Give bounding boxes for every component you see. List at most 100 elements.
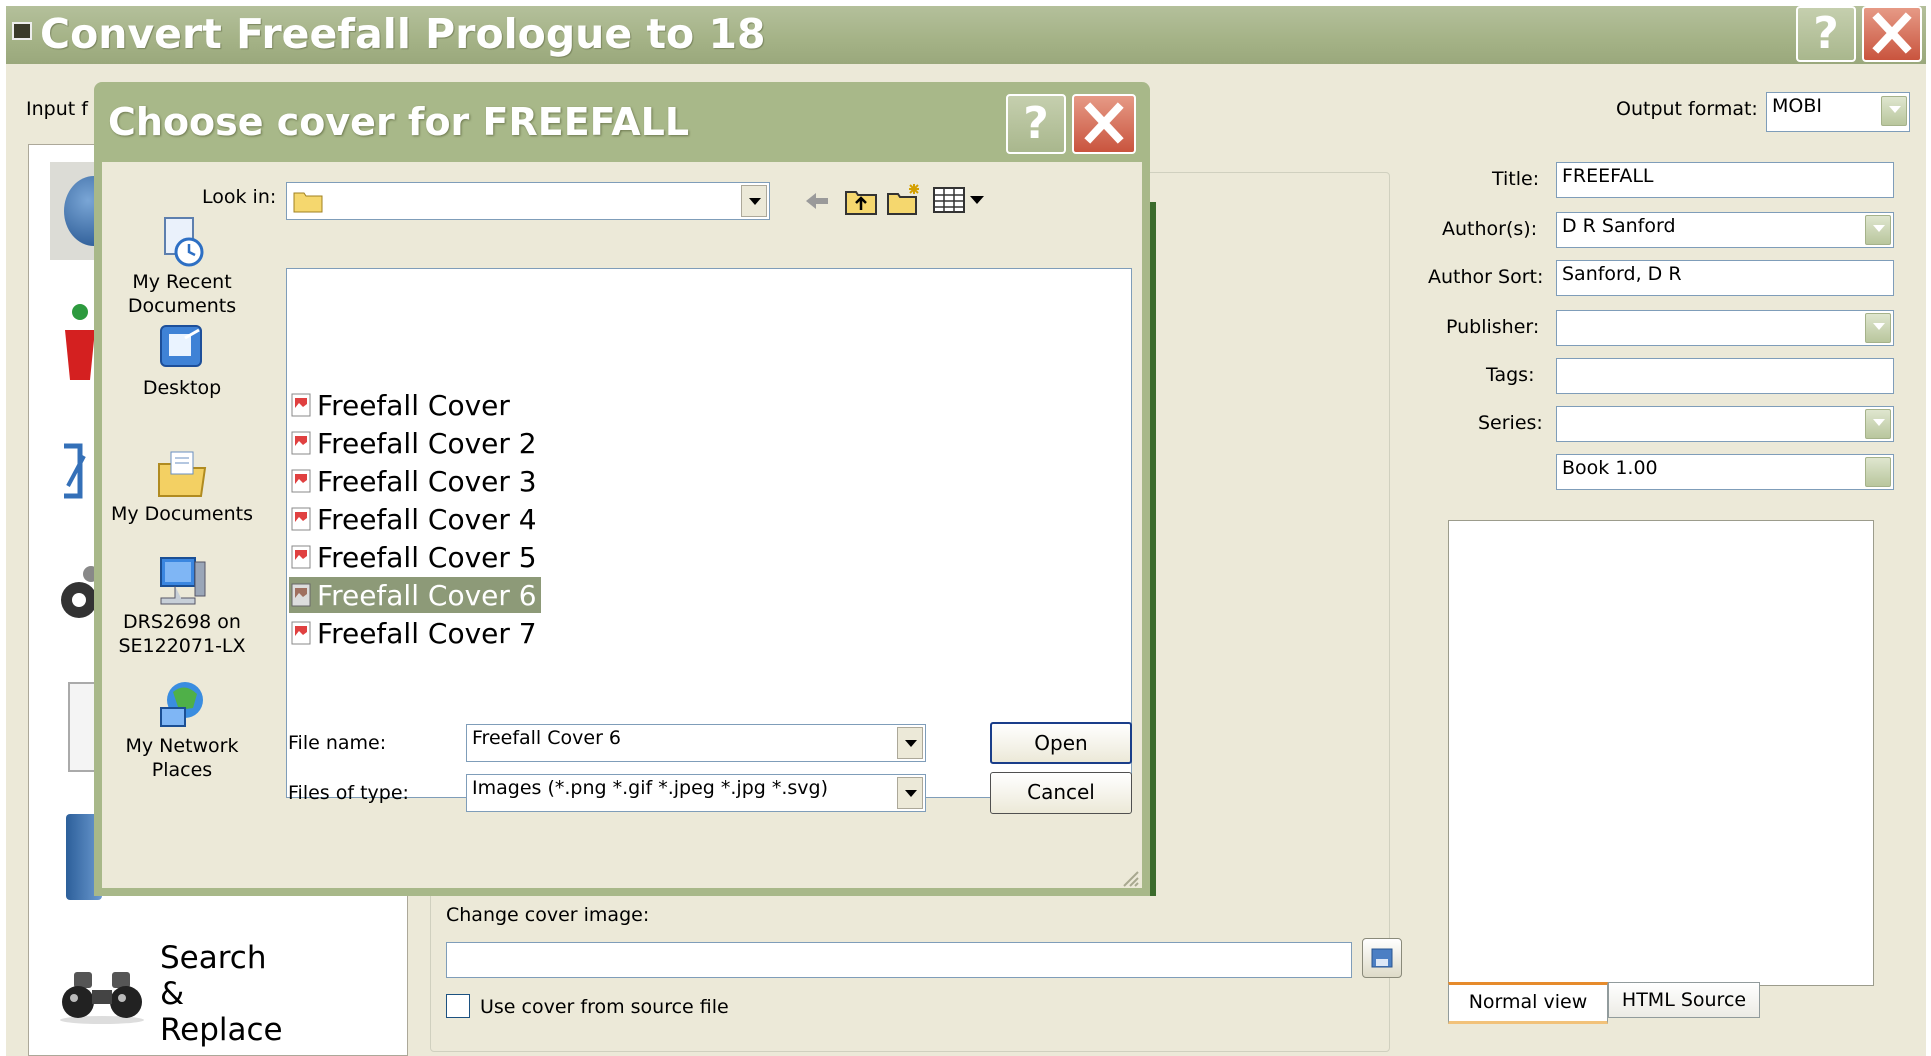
file-name: Freefall Cover 7	[317, 616, 537, 650]
file-name: Freefall Cover 2	[317, 426, 537, 460]
desktop-icon	[160, 325, 202, 367]
folder-icon	[293, 192, 323, 213]
file-name-combo[interactable]: Freefall Cover 6	[466, 724, 926, 762]
spin-arrows-icon[interactable]	[1865, 457, 1891, 487]
cover-path-input[interactable]	[446, 942, 1352, 978]
tags-label: Tags:	[1486, 364, 1535, 386]
chevron-down-icon[interactable]	[897, 727, 923, 759]
dialog-close-button[interactable]	[1072, 94, 1136, 154]
publisher-combo[interactable]	[1556, 310, 1894, 346]
chevron-down-icon[interactable]	[1881, 96, 1907, 126]
search-replace-line: &	[160, 976, 185, 1012]
file-item-freefall-cover-4[interactable]: Freefall Cover 4	[289, 501, 541, 537]
back-arrow-icon[interactable]	[802, 186, 832, 216]
place-label: Places	[151, 759, 213, 781]
authors-label: Author(s):	[1442, 218, 1538, 240]
place-desktop[interactable]: Desktop	[102, 320, 262, 400]
file-list[interactable]: Freefall Cover Freefall Cover 2 Freefall…	[286, 268, 1132, 798]
browse-cover-button[interactable]	[1362, 938, 1402, 978]
series-label: Series:	[1478, 412, 1543, 434]
app-icon	[12, 22, 32, 40]
file-item-freefall-cover[interactable]: Freefall Cover	[289, 387, 541, 423]
main-title-bar[interactable]: Convert Freefall Prologue to 18 ?	[6, 6, 1926, 64]
place-label: SE122071-LX	[118, 635, 246, 657]
tab-normal-view[interactable]: Normal view	[1448, 982, 1608, 1024]
file-name: Freefall Cover 6	[317, 578, 537, 612]
file-name: Freefall Cover 5	[317, 540, 537, 574]
comments-editor[interactable]	[1448, 520, 1874, 986]
image-file-icon	[291, 393, 311, 417]
new-folder-icon[interactable]	[886, 182, 922, 216]
publisher-label: Publisher:	[1446, 316, 1540, 338]
main-help-button[interactable]: ?	[1796, 6, 1856, 62]
use-cover-label: Use cover from source file	[480, 996, 729, 1018]
file-item-freefall-cover-6[interactable]: Freefall Cover 6	[289, 577, 541, 613]
choose-cover-dialog: Choose cover for FREEFALL ? Look in: My …	[94, 82, 1156, 896]
look-in-label: Look in:	[202, 186, 277, 208]
open-button[interactable]: Open	[990, 722, 1132, 764]
author-sort-input[interactable]: Sanford, D R	[1556, 260, 1894, 296]
help-icon: ?	[1813, 8, 1839, 59]
place-label: Documents	[127, 295, 237, 317]
dialog-right-edge-shadow	[1150, 202, 1156, 896]
up-folder-icon[interactable]	[844, 184, 878, 216]
place-label: My Recent	[132, 271, 232, 293]
authors-value: D R Sanford	[1562, 215, 1676, 237]
tab-html-source[interactable]: HTML Source	[1608, 982, 1760, 1018]
file-name-label: File name:	[288, 732, 387, 754]
file-item-freefall-cover-7[interactable]: Freefall Cover 7	[289, 615, 541, 651]
output-format-value: MOBI	[1772, 95, 1822, 117]
resize-grip-icon[interactable]	[1120, 868, 1140, 888]
network-drive-icon	[160, 557, 206, 605]
image-file-icon	[291, 431, 311, 455]
chevron-down-icon[interactable]	[741, 185, 767, 217]
my-documents-icon	[158, 451, 207, 497]
series-index-spinbox[interactable]: Book 1.00	[1556, 454, 1894, 490]
place-network-drive[interactable]: DRS2698 on SE122071-LX	[102, 554, 262, 658]
file-name: Freefall Cover	[317, 388, 510, 422]
image-file-icon	[291, 507, 311, 531]
place-label: Desktop	[142, 377, 222, 399]
chevron-down-icon[interactable]	[897, 777, 923, 809]
title-input[interactable]: FREEFALL	[1556, 162, 1894, 198]
files-of-type-label: Files of type:	[288, 782, 409, 804]
recent-documents-icon	[164, 217, 204, 267]
main-close-button[interactable]	[1862, 6, 1922, 62]
sidebar-item-search-replace[interactable]: Search & Replace	[56, 940, 306, 1052]
chevron-down-icon[interactable]	[1865, 409, 1891, 439]
file-item-freefall-cover-3[interactable]: Freefall Cover 3	[289, 463, 541, 499]
place-label: My Network	[125, 735, 239, 757]
chevron-down-icon[interactable]	[1865, 313, 1891, 343]
place-my-recent-documents[interactable]: My Recent Documents	[102, 214, 262, 318]
file-item-freefall-cover-5[interactable]: Freefall Cover 5	[289, 539, 541, 575]
file-item-freefall-cover-2[interactable]: Freefall Cover 2	[289, 425, 541, 461]
authors-combo[interactable]: D R Sanford	[1556, 212, 1894, 248]
file-name: Freefall Cover 3	[317, 464, 537, 498]
place-my-network-places[interactable]: My Network Places	[102, 678, 262, 782]
view-menu-icon[interactable]	[932, 186, 988, 214]
place-label: DRS2698 on	[123, 611, 241, 633]
output-format-label: Output format:	[1616, 98, 1758, 120]
network-places-icon	[160, 682, 203, 727]
dialog-help-button[interactable]: ?	[1006, 94, 1066, 154]
series-index-value: Book 1.00	[1562, 457, 1658, 479]
file-name: Freefall Cover 4	[317, 502, 537, 536]
file-name-value: Freefall Cover 6	[472, 727, 622, 749]
output-format-select[interactable]: MOBI	[1766, 92, 1910, 132]
chevron-down-icon[interactable]	[1865, 215, 1891, 245]
author-sort-label: Author Sort:	[1428, 266, 1544, 288]
tab-label: Normal view	[1468, 991, 1588, 1013]
series-combo[interactable]	[1556, 406, 1894, 442]
image-file-icon	[291, 545, 311, 569]
cancel-button[interactable]: Cancel	[990, 772, 1132, 814]
main-window-title: Convert Freefall Prologue to 18	[40, 10, 766, 58]
files-of-type-combo[interactable]: Images (*.png *.gif *.jpeg *.jpg *.svg)	[466, 774, 926, 812]
help-icon: ?	[1023, 98, 1049, 149]
look-in-combo[interactable]	[286, 182, 770, 220]
dialog-body: Look in: My Recent Documents Desktop My …	[102, 162, 1142, 888]
image-file-icon	[291, 583, 311, 607]
tags-input[interactable]	[1556, 358, 1894, 394]
use-cover-checkbox[interactable]	[446, 994, 470, 1018]
input-format-label: Input f	[26, 98, 88, 120]
place-my-documents[interactable]: My Documents	[102, 446, 262, 526]
